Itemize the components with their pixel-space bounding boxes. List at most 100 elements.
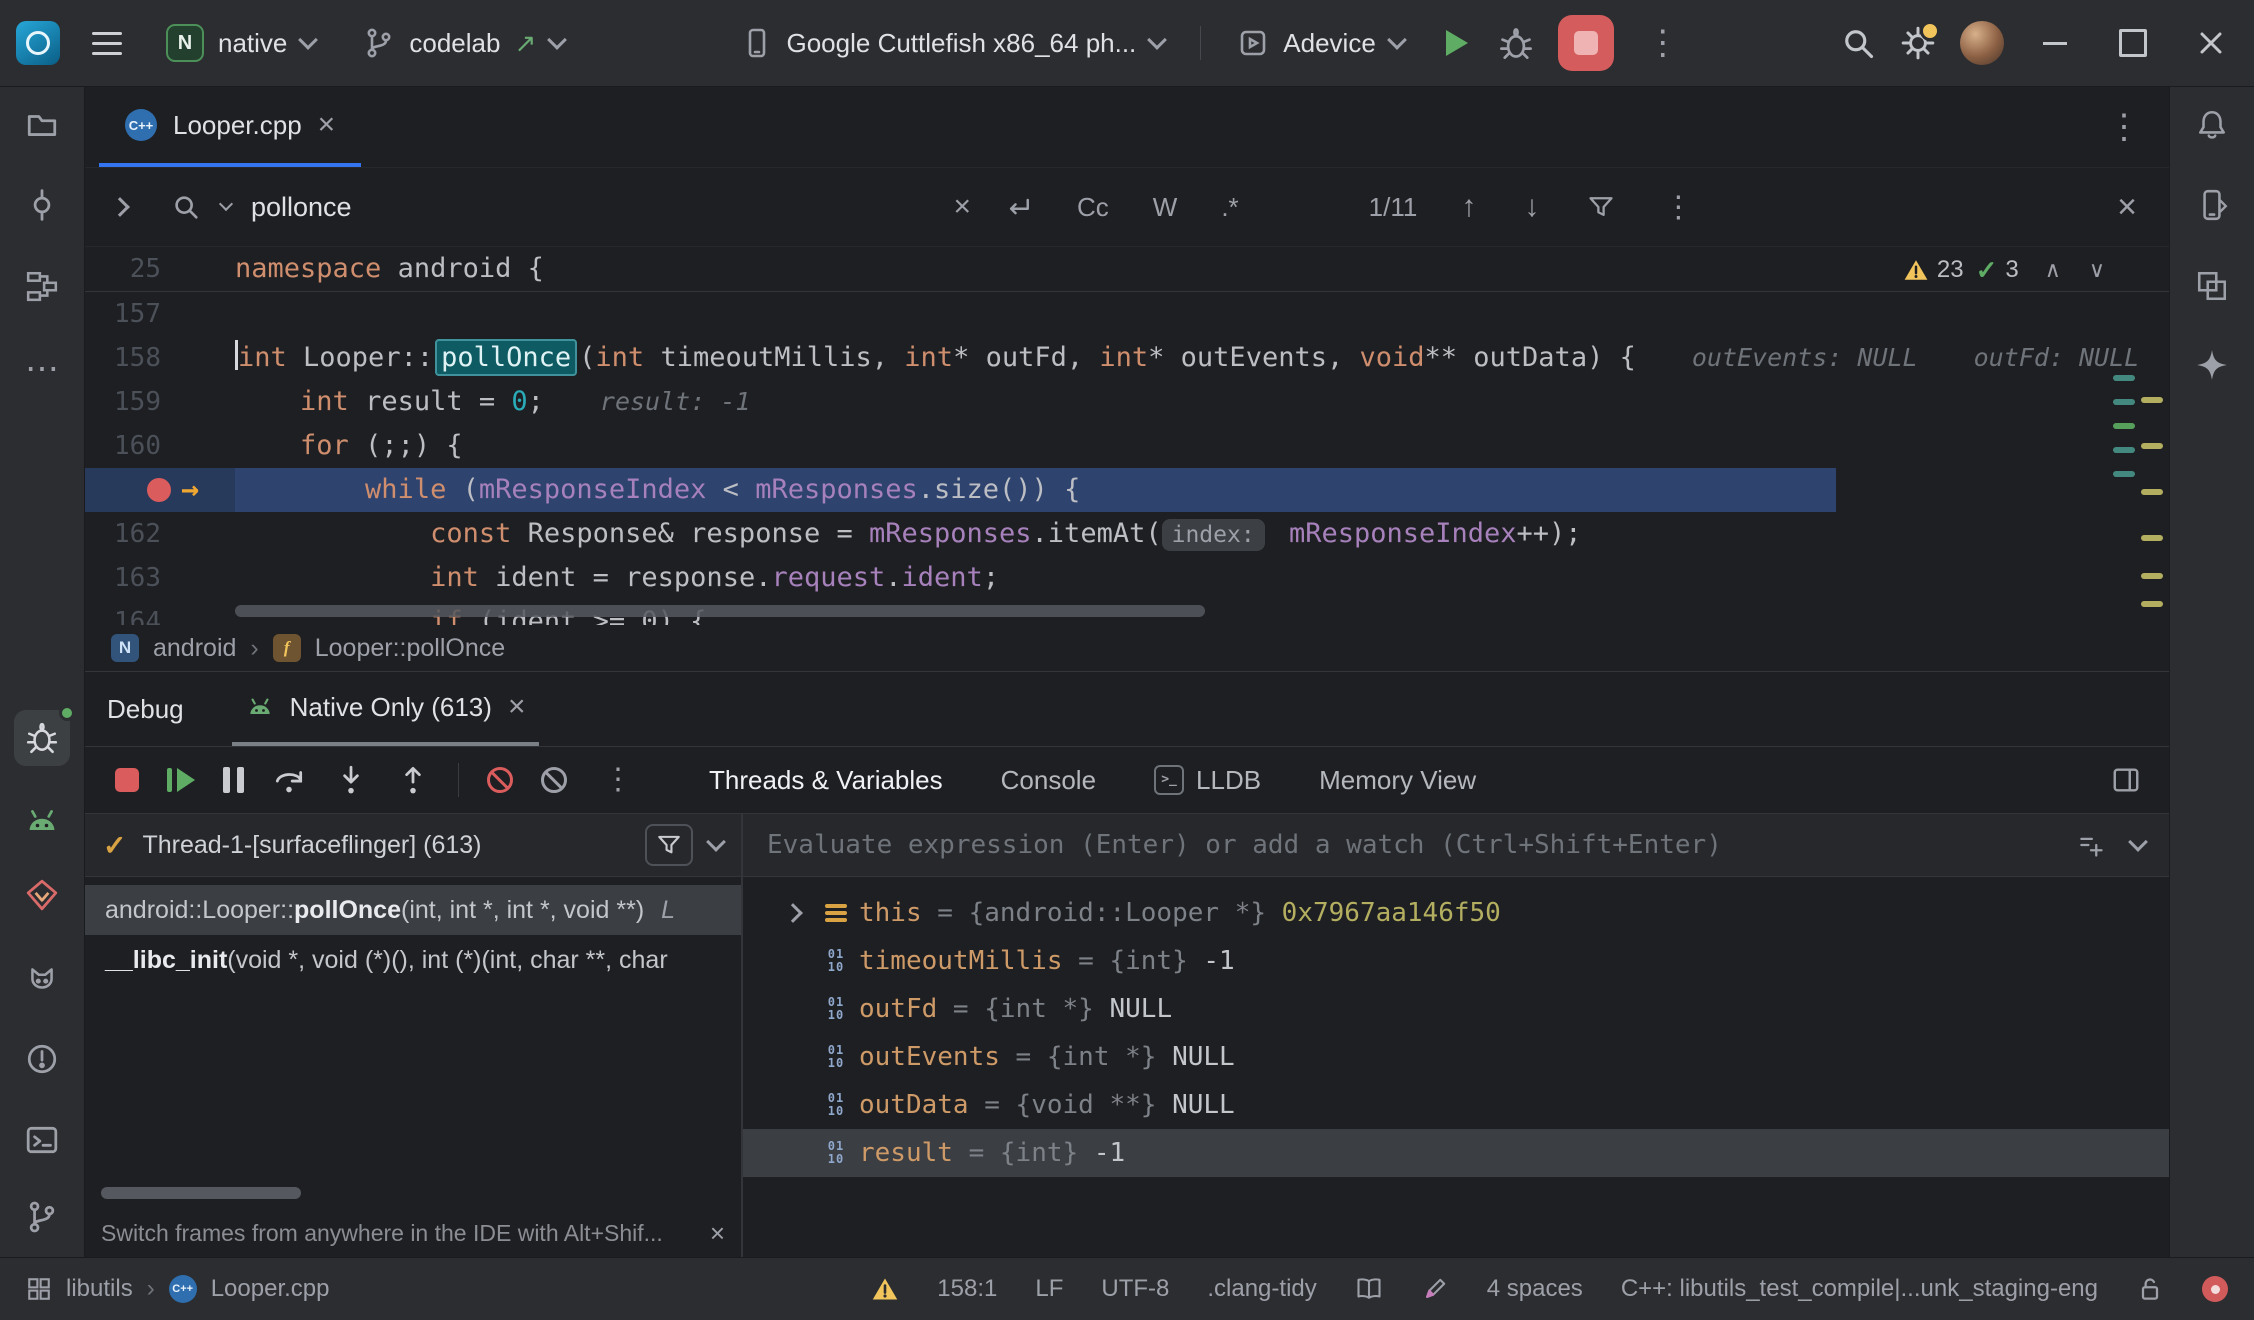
passed-badge[interactable]: ✓ 3 (1976, 255, 2019, 286)
error-indicator-icon[interactable] (2202, 1276, 2228, 1302)
next-problem-chevron-icon[interactable]: ∨ (2089, 257, 2105, 283)
line-number[interactable]: 160 (85, 424, 235, 468)
tab-close-icon[interactable]: × (318, 110, 336, 140)
breadcrumb-function[interactable]: Looper::pollOnce (315, 634, 505, 663)
mute-breakpoints-icon[interactable] (541, 767, 567, 793)
variable-row[interactable]: this = {android::Looper *} 0x7967aa146f5… (743, 889, 2169, 937)
user-avatar[interactable] (1960, 21, 2004, 65)
code-line[interactable]: 160 for (;;) { (85, 424, 2169, 468)
search-more-kebab-icon[interactable]: ⋮ (1663, 190, 1693, 225)
line-number[interactable]: 163 (85, 556, 235, 600)
logcat-icon[interactable] (25, 962, 59, 996)
layout-settings-icon[interactable] (2111, 765, 2141, 795)
hide-frames-filter-button[interactable] (645, 824, 693, 866)
commit-icon[interactable] (25, 188, 59, 222)
window-minimize-button[interactable] (2028, 16, 2082, 70)
app-quality-insights-icon[interactable] (25, 878, 59, 912)
tab-looper-cpp[interactable]: C++ Looper.cpp × (99, 87, 361, 167)
code-line[interactable]: 162 const Response& response = mResponse… (85, 512, 2169, 556)
code-line[interactable]: 157 (85, 292, 2169, 336)
line-number[interactable]: 158 (85, 336, 235, 380)
search-field[interactable]: pollonce × (155, 192, 971, 223)
variable-row[interactable]: 0110outFd = {int *} NULL (743, 985, 2169, 1033)
evaluate-expression-input[interactable]: Evaluate expression (Enter) or add a wat… (743, 814, 2169, 877)
debug-tab-threads-variables[interactable]: Threads & Variables (709, 765, 943, 796)
debug-tab-memory-view[interactable]: Memory View (1319, 765, 1476, 796)
match-case-toggle[interactable]: Cc (1077, 192, 1109, 223)
tab-options-kebab-icon[interactable]: ⋮ (2107, 107, 2141, 147)
highlighting-level-icon[interactable] (1421, 1275, 1449, 1303)
layout-inspector-icon[interactable] (2195, 269, 2229, 303)
device-selector[interactable]: Google Cuttlefish x86_64 ph... (729, 17, 1177, 69)
breakpoint-gutter[interactable]: → (85, 468, 235, 512)
line-number[interactable]: 25 (85, 247, 235, 291)
file-encoding[interactable]: UTF-8 (1101, 1275, 1169, 1303)
status-file[interactable]: Looper.cpp (211, 1275, 330, 1303)
regex-toggle[interactable]: .* (1221, 192, 1238, 223)
view-breakpoints-icon[interactable] (487, 767, 513, 793)
settings-gear-icon[interactable] (1900, 25, 1936, 61)
more-tools-icon[interactable]: ⋯ (25, 349, 59, 389)
window-close-button[interactable] (2184, 16, 2238, 70)
search-history-chevron-icon[interactable] (219, 197, 233, 211)
variable-row[interactable]: 0110outEvents = {int *} NULL (743, 1033, 2169, 1081)
resume-program-icon[interactable] (167, 768, 195, 792)
problems-icon[interactable] (25, 1042, 59, 1076)
search-query[interactable]: pollonce (251, 192, 933, 223)
step-over-icon[interactable] (272, 763, 306, 797)
version-control-icon[interactable] (25, 1200, 59, 1234)
prev-problem-chevron-icon[interactable]: ∧ (2045, 257, 2061, 283)
stack-frame[interactable]: android::Looper::pollOnce(int, int *, in… (85, 885, 741, 935)
lock-icon[interactable] (2136, 1275, 2164, 1303)
breakpoint-icon[interactable] (147, 478, 171, 502)
code-line[interactable]: → while (mResponseIndex < mResponses.siz… (85, 468, 2169, 512)
filter-search-icon[interactable] (1587, 193, 1615, 221)
project-widget[interactable]: N native (154, 14, 327, 72)
more-actions-icon[interactable]: ⋮ (1638, 26, 1688, 60)
running-devices-icon[interactable] (2195, 188, 2229, 222)
terminal-icon[interactable] (25, 1123, 59, 1157)
line-number[interactable]: 159 (85, 380, 235, 424)
add-watch-icon[interactable] (2077, 831, 2105, 859)
debug-tab-lldb[interactable]: >_LLDB (1154, 765, 1261, 796)
step-into-icon[interactable] (334, 763, 368, 797)
search-everywhere-icon[interactable] (1840, 25, 1876, 61)
line-separator[interactable]: LF (1035, 1275, 1063, 1303)
line-number[interactable]: 157 (85, 292, 235, 336)
line-number[interactable]: 164 (85, 600, 235, 625)
reader-mode-icon[interactable] (1355, 1275, 1383, 1303)
variable-row[interactable]: 0110result = {int} -1 (743, 1129, 2169, 1177)
code-line[interactable]: 158int Looper::pollOnce(int timeoutMilli… (85, 336, 2169, 380)
debug-tab-console[interactable]: Console (1001, 765, 1096, 796)
analyzer-config[interactable]: .clang-tidy (1207, 1275, 1316, 1303)
next-match-icon[interactable]: ↓ (1524, 190, 1539, 224)
whole-words-toggle[interactable]: W (1153, 192, 1178, 223)
dismiss-hint-icon[interactable]: × (710, 1218, 725, 1248)
thread-selector[interactable]: ✓ Thread-1-[surfaceflinger] (613) (85, 814, 741, 877)
previous-match-icon[interactable]: ↑ (1461, 190, 1476, 224)
project-folder-icon[interactable] (25, 108, 59, 142)
close-search-icon[interactable]: × (2117, 192, 2137, 222)
code-line[interactable]: 25namespace android { (85, 247, 2169, 292)
debug-stop-icon[interactable] (115, 768, 139, 792)
debug-session-tab[interactable]: Native Only (613) × (232, 672, 540, 746)
clear-search-icon[interactable]: × (953, 192, 971, 222)
evaluate-expand-chevron-icon[interactable] (2128, 832, 2148, 852)
newline-icon[interactable] (1005, 193, 1033, 221)
code-line[interactable]: 163 int ident = response.request.ident; (85, 556, 2169, 600)
notifications-bell-icon[interactable] (2195, 108, 2229, 142)
branch-widget[interactable]: codelab ↗ (351, 17, 576, 69)
editor-horizontal-scrollbar[interactable] (235, 605, 1205, 617)
warnings-badge[interactable]: 23 (1903, 256, 1964, 284)
gemini-icon[interactable] (2195, 348, 2229, 382)
status-warning-icon[interactable] (871, 1275, 899, 1303)
debug-more-kebab-icon[interactable]: ⋮ (595, 763, 641, 797)
caret-position[interactable]: 158:1 (937, 1275, 997, 1303)
status-module[interactable]: libutils (66, 1275, 133, 1303)
debug-button[interactable] (1498, 25, 1534, 61)
step-out-icon[interactable] (396, 763, 430, 797)
stop-button[interactable] (1558, 15, 1614, 71)
inspections-widget[interactable]: 23 ✓ 3 ∧ ∨ (1903, 252, 2105, 288)
breadcrumb-namespace[interactable]: android (153, 634, 236, 663)
line-number[interactable]: 162 (85, 512, 235, 556)
